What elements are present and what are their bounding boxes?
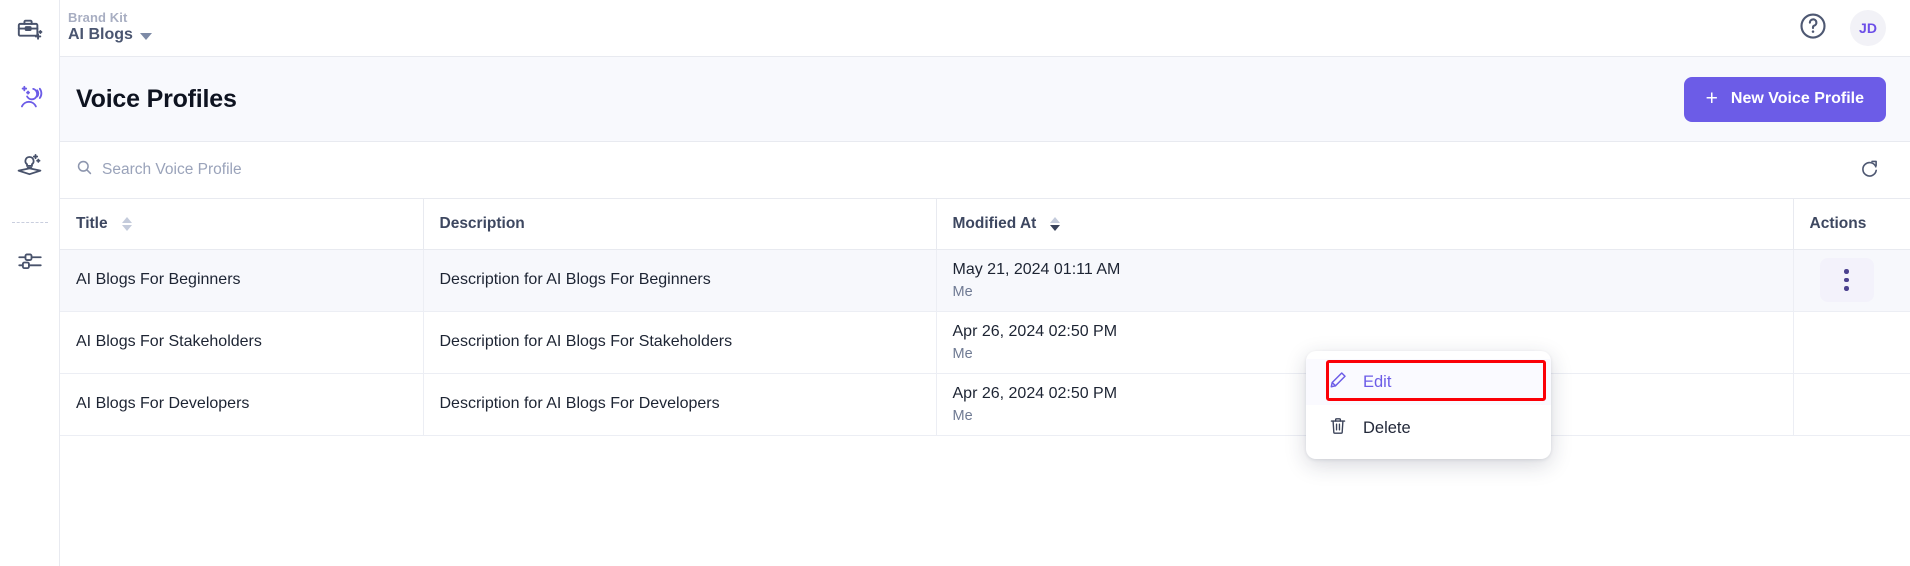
sidebar-rail [0,0,60,566]
cell-actions [1793,249,1910,312]
context-menu-item-edit[interactable]: Edit [1306,359,1551,405]
column-header-description: Description [423,199,937,250]
column-header-description-label: Description [439,214,525,232]
table-row[interactable]: AI Blogs For Developers Description for … [60,373,1910,436]
help-icon[interactable] [1798,11,1828,46]
page-title: Voice Profiles [76,84,237,113]
sidebar-divider [11,222,48,223]
modified-at-date: May 21, 2024 01:11 AM [952,260,1121,278]
search-icon [76,159,93,181]
chevron-down-icon [139,32,152,40]
refresh-icon [1858,157,1881,183]
search-wrap [76,159,1852,181]
kebab-dot-icon [1844,269,1849,274]
column-header-actions: Actions [1793,199,1910,250]
context-menu-item-delete[interactable]: Delete [1306,405,1551,451]
column-header-modified-at-label: Modified At [952,214,1037,232]
cell-title: AI Blogs For Developers [60,373,424,436]
brand-kit-selector[interactable]: Brand Kit AI Blogs [68,10,152,44]
table-head: Title Description Modified At Actions [60,199,1910,250]
main-region: Brand Kit AI Blogs JD Voice Profiles + N… [60,0,1910,566]
plus-icon: + [1705,86,1718,110]
column-header-modified-at[interactable]: Modified At [936,199,1794,250]
sort-toggle-modified-at[interactable] [1050,216,1061,231]
sidebar-item-brand-kit[interactable] [8,10,52,54]
new-voice-profile-label: New Voice Profile [1730,90,1864,107]
row-context-menu: Edit Delete [1306,351,1551,459]
trash-icon [1328,416,1348,441]
sort-desc-icon [121,224,132,231]
table-row[interactable]: AI Blogs For Beginners Description for A… [60,249,1910,312]
avatar[interactable]: JD [1850,10,1886,46]
pencil-icon [1328,370,1348,395]
table-header-row: Title Description Modified At Actions [60,199,1910,250]
column-header-title[interactable]: Title [60,199,424,250]
search-bar [60,142,1910,199]
context-menu-item-edit-label: Edit [1363,372,1392,391]
table-row[interactable]: AI Blogs For Stakeholders Description fo… [60,311,1910,374]
settings-sliders-icon [16,247,44,280]
column-header-title-label: Title [76,214,108,232]
cell-description: Description for AI Blogs For Stakeholder… [423,311,937,374]
new-voice-profile-button[interactable]: + New Voice Profile [1683,76,1886,122]
cell-actions [1793,311,1910,374]
cell-modified-at: May 21, 2024 01:11 AM Me [936,249,1794,312]
cell-title: AI Blogs For Stakeholders [60,311,424,374]
sort-asc-icon [1050,216,1061,223]
voice-profiles-table-area: Title Description Modified At Actions AI… [60,199,1910,566]
kebab-dot-icon [1844,277,1849,283]
brand-kit-icon [16,16,43,48]
sort-toggle-title[interactable] [121,216,132,231]
page-header: Voice Profiles + New Voice Profile [60,57,1910,142]
column-header-actions-label: Actions [1809,214,1867,232]
sort-asc-icon [121,216,132,223]
sidebar-item-knowledge[interactable] [8,146,52,190]
cell-description: Description for AI Blogs For Beginners [423,249,937,312]
cell-actions [1793,373,1910,436]
avatar-initials: JD [1859,20,1877,36]
modified-at-date: Apr 26, 2024 02:50 PM [952,322,1118,340]
context-menu-item-delete-label: Delete [1363,418,1411,437]
sidebar-item-settings[interactable] [8,241,52,285]
brand-kit-dropdown[interactable]: AI Blogs [68,26,152,44]
kebab-dot-icon [1844,286,1849,291]
voice-profiles-table: Title Description Modified At Actions AI… [60,199,1910,436]
search-input[interactable] [102,161,522,179]
voice-profiles-icon [15,83,45,118]
top-bar: Brand Kit AI Blogs JD [60,0,1910,57]
cell-description: Description for AI Blogs For Developers [423,373,937,436]
app-root: Brand Kit AI Blogs JD Voice Profiles + N… [0,0,1910,566]
cell-title: AI Blogs For Beginners [60,249,424,312]
row-actions-menu-button[interactable] [1819,258,1874,302]
modified-by: Me [952,283,973,300]
sort-desc-icon [1050,224,1061,231]
brand-kit-label: Brand Kit [68,10,128,26]
topbar-actions: JD [1798,10,1886,46]
brand-kit-name: AI Blogs [68,26,133,44]
sidebar-item-voice-profiles[interactable] [8,78,52,122]
table-body: AI Blogs For Beginners Description for A… [60,249,1910,436]
knowledge-icon [15,151,44,185]
refresh-button[interactable] [1852,153,1886,187]
